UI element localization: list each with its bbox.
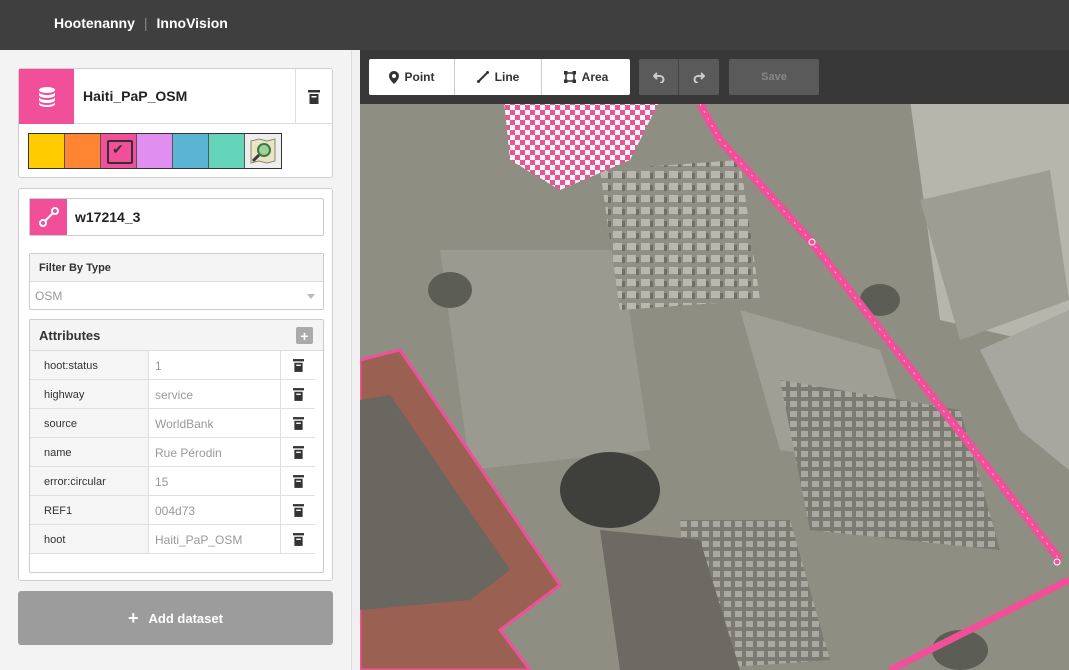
area-icon <box>563 71 576 83</box>
add-attribute-button[interactable]: + <box>296 327 313 344</box>
building-cluster <box>600 160 760 310</box>
feature-panel: w17214_3 Filter By Type OSM Attributes +… <box>18 188 333 581</box>
point-icon <box>388 70 399 84</box>
attribute-row: name Rue Pérodin <box>30 438 315 467</box>
attribute-value[interactable]: 15 <box>149 467 280 495</box>
attribute-row: highway service <box>30 380 315 409</box>
attribute-table: hoot:status 1 highway service source Wor… <box>30 351 323 554</box>
attribute-value[interactable]: Haiti_PaP_OSM <box>149 525 280 553</box>
sidebar: Haiti_PaP_OSM ✔ w17214_3 Filter By Type … <box>0 50 352 670</box>
color-swatch-blue[interactable] <box>173 134 209 168</box>
brand-separator: | <box>143 15 148 31</box>
trash-icon <box>292 532 304 546</box>
color-swatch-yellow[interactable] <box>29 134 65 168</box>
add-dataset-label: Add dataset <box>148 610 223 626</box>
color-swatch-teal[interactable] <box>209 134 245 168</box>
line-label: Line <box>494 70 520 84</box>
attribute-key: source <box>30 409 149 437</box>
attribute-row: source WorldBank <box>30 409 315 438</box>
filter-by-type: Filter By Type OSM <box>29 253 324 310</box>
add-dataset-button[interactable]: + Add dataset <box>18 591 333 645</box>
line-icon <box>476 71 489 83</box>
color-swatch-violet[interactable] <box>137 134 173 168</box>
tree <box>428 272 472 308</box>
way-vertex <box>1053 558 1061 566</box>
feature-header: w17214_3 <box>29 198 324 236</box>
undo-button[interactable] <box>639 59 679 95</box>
database-icon <box>19 69 74 124</box>
attribute-row: error:circular 15 <box>30 467 315 496</box>
attribute-row: REF1 004d73 <box>30 496 315 525</box>
feature-id: w17214_3 <box>75 209 141 225</box>
remove-attribute-button[interactable] <box>280 409 315 437</box>
line-feature-icon <box>30 199 67 235</box>
osm-logo-icon <box>250 138 276 164</box>
remove-attribute-button[interactable] <box>280 467 315 495</box>
filter-label: Filter By Type <box>30 254 323 282</box>
attribute-value[interactable]: WorldBank <box>149 409 280 437</box>
filter-type-value: OSM <box>35 289 63 303</box>
satellite-imagery <box>360 50 1069 670</box>
chevron-down-icon <box>307 294 315 299</box>
attribute-key: name <box>30 438 149 466</box>
add-point-button[interactable]: Point <box>369 59 455 95</box>
brand: Hootenanny | InnoVision <box>54 15 228 31</box>
color-swatch-pink[interactable]: ✔ <box>101 134 137 168</box>
attribute-key: hoot:status <box>30 351 149 379</box>
attribute-value[interactable]: Rue Pérodin <box>149 438 280 466</box>
color-swatch-orange[interactable] <box>65 134 101 168</box>
attribute-row: hoot:status 1 <box>30 351 315 380</box>
trash-icon <box>308 89 320 104</box>
trash-icon <box>292 358 304 372</box>
color-palette: ✔ <box>28 133 282 169</box>
map-view[interactable]: Point Line Area Save <box>360 50 1069 670</box>
attribute-value[interactable]: service <box>149 380 280 408</box>
save-button[interactable]: Save <box>729 59 819 95</box>
dark-patch <box>560 452 660 528</box>
remove-attribute-button[interactable] <box>280 525 315 553</box>
trash-icon <box>292 445 304 459</box>
remove-attribute-button[interactable] <box>280 496 315 524</box>
attribute-key: highway <box>30 380 149 408</box>
check-icon: ✔ <box>112 141 124 157</box>
attribute-key: hoot <box>30 525 149 553</box>
remove-attribute-button[interactable] <box>280 438 315 466</box>
remove-dataset-button[interactable] <box>295 69 332 124</box>
attribute-value[interactable]: 1 <box>149 351 280 379</box>
brand-secondary[interactable]: InnoVision <box>157 15 228 31</box>
redo-button[interactable] <box>679 59 719 95</box>
point-label: Point <box>404 70 435 84</box>
way-vertex <box>808 238 816 246</box>
area-label: Area <box>581 70 609 84</box>
remove-attribute-button[interactable] <box>280 351 315 379</box>
osm-default-swatch[interactable] <box>245 134 281 168</box>
undo-icon <box>652 72 664 83</box>
attributes-title: Attributes <box>39 328 101 343</box>
filter-type-select[interactable]: OSM <box>30 282 323 309</box>
attributes-section: Attributes + hoot:status 1 highway servi… <box>29 319 324 573</box>
attribute-key: error:circular <box>30 467 149 495</box>
attributes-header: Attributes + <box>30 320 323 351</box>
add-line-button[interactable]: Line <box>455 59 542 95</box>
trash-icon <box>292 387 304 401</box>
map-toolbar: Point Line Area Save <box>360 50 1069 104</box>
remove-attribute-button[interactable] <box>280 380 315 408</box>
plus-icon: + <box>128 607 139 628</box>
trash-icon <box>292 503 304 517</box>
brand-primary: Hootenanny <box>54 15 135 31</box>
add-area-button[interactable]: Area <box>542 59 630 95</box>
redo-icon <box>693 72 705 83</box>
attribute-key: REF1 <box>30 496 149 524</box>
top-bar: Hootenanny | InnoVision <box>0 0 1069 50</box>
dataset-header: Haiti_PaP_OSM <box>19 69 332 124</box>
trash-icon <box>292 416 304 430</box>
attribute-value[interactable]: 004d73 <box>149 496 280 524</box>
dataset-name: Haiti_PaP_OSM <box>83 88 188 104</box>
attribute-row: hoot Haiti_PaP_OSM <box>30 525 315 554</box>
dataset-panel: Haiti_PaP_OSM ✔ <box>18 68 333 178</box>
trash-icon <box>292 474 304 488</box>
